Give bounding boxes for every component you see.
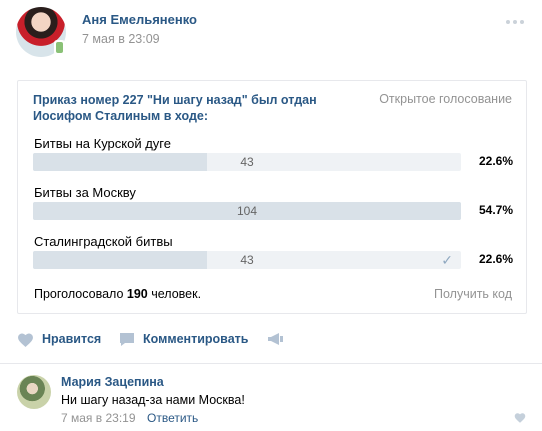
mobile-online-icon bbox=[54, 40, 65, 55]
poll-question: Приказ номер 227 "Ни шагу назад" был отд… bbox=[33, 93, 317, 123]
poll-total-suffix: человек. bbox=[147, 287, 202, 301]
like-button[interactable]: Нравится bbox=[17, 329, 101, 349]
poll-option-bar: 104 bbox=[33, 202, 461, 220]
megaphone-icon bbox=[268, 333, 283, 345]
divider bbox=[0, 363, 542, 364]
poll-option[interactable]: Битвы на Курской дуге 43 22.6% bbox=[33, 136, 513, 176]
checkmark-icon: ✓ bbox=[441, 252, 453, 268]
comment-button[interactable]: Комментировать bbox=[119, 329, 248, 349]
reply-link[interactable]: Ответить bbox=[147, 411, 198, 425]
comment-bubble-icon bbox=[120, 332, 134, 346]
poll-total: Проголосовало 190 человек. bbox=[34, 287, 201, 301]
poll-type-label: Открытое голосование bbox=[379, 92, 512, 106]
poll-total-prefix: Проголосовало bbox=[34, 287, 127, 301]
poll-option-bar: 43 ✓ bbox=[33, 251, 461, 269]
poll: Приказ номер 227 "Ни шагу назад" был отд… bbox=[17, 80, 527, 314]
poll-option-bar: 43 bbox=[33, 153, 461, 171]
comment-author-name[interactable]: Мария Зацепина bbox=[61, 375, 164, 389]
share-button[interactable] bbox=[267, 329, 292, 349]
poll-option-votes: 43 bbox=[240, 253, 254, 267]
poll-option-label: Битвы на Курской дуге bbox=[34, 136, 171, 151]
poll-option-percent: 54.7% bbox=[478, 203, 513, 217]
comment-like-button[interactable] bbox=[514, 411, 526, 426]
post-header: Аня Емельяненко 7 мая в 23:09 bbox=[16, 7, 526, 57]
comment-text: Ни шагу назад-за нами Москва! bbox=[61, 393, 245, 407]
poll-option[interactable]: Битвы за Москву 104 54.7% bbox=[33, 185, 513, 225]
more-dots-icon[interactable] bbox=[506, 17, 526, 27]
poll-option-label: Битвы за Москву bbox=[34, 185, 136, 200]
poll-option-votes: 43 bbox=[240, 155, 254, 169]
poll-option-label: Сталинградской битвы bbox=[34, 234, 173, 249]
poll-option[interactable]: Сталинградской битвы 43 ✓ 22.6% bbox=[33, 234, 513, 274]
poll-total-count[interactable]: 190 bbox=[127, 287, 148, 301]
get-code-link[interactable]: Получить код bbox=[434, 287, 512, 301]
comment-avatar[interactable] bbox=[17, 375, 51, 409]
poll-option-votes: 104 bbox=[236, 204, 258, 218]
poll-option-percent: 22.6% bbox=[478, 154, 513, 168]
comment-label: Комментировать bbox=[143, 332, 249, 346]
post-date[interactable]: 7 мая в 23:09 bbox=[82, 32, 160, 46]
heart-icon bbox=[18, 332, 33, 347]
heart-icon bbox=[514, 413, 526, 423]
post-author-name[interactable]: Аня Емельяненко bbox=[82, 12, 197, 27]
like-label: Нравится bbox=[42, 332, 102, 346]
post-actions: Нравится Комментировать bbox=[17, 329, 317, 349]
poll-option-percent: 22.6% bbox=[478, 252, 513, 266]
comment-date[interactable]: 7 мая в 23:19 bbox=[61, 411, 136, 425]
